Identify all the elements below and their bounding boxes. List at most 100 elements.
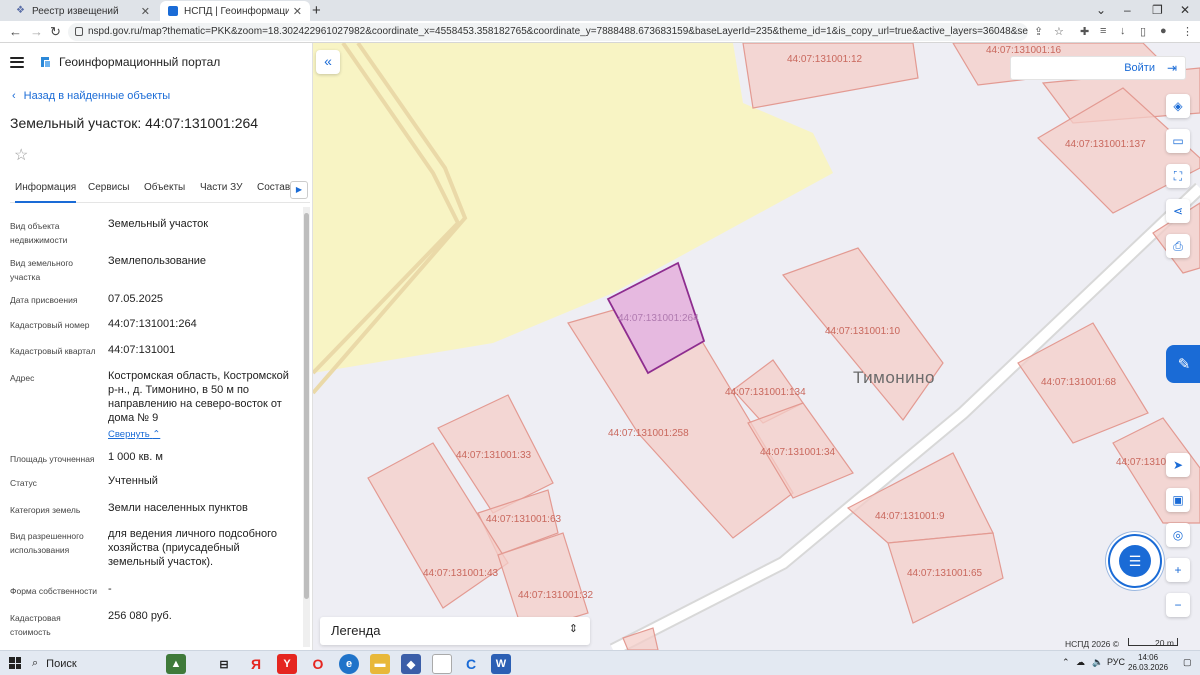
prop-label: Кадастровая стоимость: [10, 613, 61, 637]
share-icon[interactable]: ⋖: [1166, 199, 1190, 223]
favorite-star-icon[interactable]: ☆: [14, 145, 28, 165]
scrollbar-thumb[interactable]: [304, 213, 309, 599]
taskbar-search[interactable]: ⌕ Поиск: [32, 654, 160, 673]
parcel-label[interactable]: 44:07:131001:33: [456, 450, 531, 461]
parcel-label[interactable]: 44:07:131001:32: [518, 590, 593, 601]
task-view-icon[interactable]: ⊟: [214, 654, 234, 674]
geolocation-search-icon[interactable]: ◎: [1166, 523, 1190, 547]
download-icon[interactable]: ↓: [1120, 25, 1126, 37]
taskbar-clock[interactable]: 14:06 26.03.2026: [1128, 653, 1168, 673]
close-icon[interactable]: ✕: [293, 5, 302, 18]
volume-icon[interactable]: 🔈: [1092, 657, 1103, 668]
browser-tab[interactable]: ❖ Реестр извещений ✕: [8, 1, 158, 21]
maximize-button[interactable]: ❐: [1152, 3, 1163, 17]
minimize-button[interactable]: –: [1124, 3, 1131, 17]
reload-icon[interactable]: ↻: [50, 24, 61, 40]
parcel-label[interactable]: 44:07:131001:68: [1041, 377, 1116, 388]
menu-dots-icon[interactable]: ⋮: [1182, 25, 1193, 38]
keyboard-language[interactable]: РУС: [1107, 657, 1125, 667]
app-icon[interactable]: ◆: [401, 654, 421, 674]
word-icon[interactable]: W: [491, 654, 511, 674]
chrome-icon[interactable]: C: [461, 654, 481, 674]
parcel-label[interactable]: 44:07:131001:65: [907, 568, 982, 579]
login-icon[interactable]: ⇥: [1167, 61, 1177, 75]
parcel-label[interactable]: 44:07:131001:63: [486, 514, 561, 525]
sidebar-icon[interactable]: ▯: [1140, 25, 1146, 38]
close-icon[interactable]: ✕: [141, 5, 150, 18]
parcel-label[interactable]: 44:07:131001:43: [423, 568, 498, 579]
cadastral-map[interactable]: [313, 43, 1200, 650]
collapse-address-link[interactable]: Свернуть ⌃: [108, 429, 160, 440]
select-area-icon[interactable]: ⛶: [1166, 164, 1190, 188]
url-field[interactable]: nspd.gov.ru/map?thematic=PKK&zoom=18.302…: [68, 23, 1028, 41]
yandex-icon[interactable]: Я: [246, 654, 266, 674]
parcel-label[interactable]: 44:07:131001:9: [875, 511, 945, 522]
zoom-in-button[interactable]: +: [1166, 558, 1190, 582]
minimap-icon[interactable]: ▣: [1166, 488, 1190, 512]
ruler-icon[interactable]: ▭: [1166, 129, 1190, 153]
legend-label: Легенда: [331, 623, 381, 638]
clock-date: 26.03.2026: [1128, 663, 1169, 672]
layers-icon[interactable]: ◈: [1166, 94, 1190, 118]
parcel-label[interactable]: 44:07:131001:258: [608, 428, 689, 439]
prop-label: Кадастровый квартал: [10, 346, 96, 356]
hamburger-menu-icon[interactable]: [10, 56, 24, 68]
share-icon[interactable]: ⇪: [1034, 25, 1043, 38]
document-icon[interactable]: [432, 654, 452, 674]
tab-search-icon[interactable]: ⌄: [1096, 3, 1106, 17]
back-to-results-link[interactable]: ‹ Назад в найденные объекты: [12, 90, 170, 102]
locate-me-icon[interactable]: ➤: [1166, 453, 1190, 477]
tab-composition[interactable]: Состав: [257, 181, 290, 203]
reading-list-icon[interactable]: ≡: [1100, 25, 1106, 37]
map-canvas[interactable]: 44:07:131001:12 44:07:131001:16 44:07:13…: [313, 43, 1200, 650]
info-tabs: Информация Сервисы Объекты Части ЗУ Сост…: [10, 181, 310, 203]
notifications-icon[interactable]: ▢: [1183, 657, 1192, 668]
parcel-label[interactable]: 44:07:131001:16: [986, 45, 1061, 56]
collapse-panel-button[interactable]: «: [316, 50, 340, 74]
zoom-out-button[interactable]: −: [1166, 593, 1190, 617]
tab-services[interactable]: Сервисы: [88, 181, 129, 203]
login-button[interactable]: Войти: [1124, 62, 1155, 74]
panel-scrollbar[interactable]: [303, 207, 310, 647]
forward-arrow-icon[interactable]: →: [30, 24, 43, 39]
prop-label: Вид объекта недвижимости: [10, 221, 68, 245]
map-copyright: НСПД 2026 ©: [1065, 639, 1120, 649]
lock-icon: [75, 27, 83, 36]
windows-start-icon[interactable]: [9, 657, 21, 669]
file-explorer-icon[interactable]: ▬: [370, 654, 390, 674]
yandex-browser-icon[interactable]: Y: [277, 654, 297, 674]
parcel-label[interactable]: 44:07:131001:134: [725, 387, 806, 398]
extensions-icon[interactable]: ✚: [1080, 25, 1089, 38]
portal-logo-icon: [41, 57, 50, 67]
back-arrow-icon[interactable]: ←: [9, 24, 22, 39]
prop-value: 44:07:131001: [108, 344, 176, 356]
edge-icon[interactable]: e: [339, 654, 359, 674]
parcel-label[interactable]: 44:07:131001:10: [825, 326, 900, 337]
tab-objects[interactable]: Объекты: [144, 181, 185, 203]
opera-icon[interactable]: O: [308, 654, 328, 674]
bookmark-star-icon[interactable]: ☆: [1054, 25, 1064, 38]
brand: Геоинформационный портал: [10, 55, 220, 69]
parcel-label[interactable]: 44:07:131001:137: [1065, 139, 1146, 150]
feedback-icon[interactable]: ✎: [1166, 345, 1200, 383]
search-icon: ⌕: [32, 657, 39, 669]
forest-widget-icon[interactable]: ▲: [166, 654, 186, 674]
legend-toggle[interactable]: Легенда ⇕: [320, 617, 590, 645]
prop-label: Адрес: [10, 373, 35, 383]
prop-label: Кадастровый номер: [10, 320, 90, 330]
browser-tab-active[interactable]: НСПД | Геоинформационный п ✕: [160, 1, 310, 21]
tab-information[interactable]: Информация: [15, 181, 77, 203]
tabs-scroll-right-icon[interactable]: ▶: [290, 181, 308, 199]
profile-avatar-icon[interactable]: ●: [1160, 25, 1167, 37]
tray-chevron-icon[interactable]: ⌃: [1062, 657, 1070, 668]
chat-button[interactable]: ☰: [1110, 536, 1160, 586]
print-icon[interactable]: ⎙: [1166, 234, 1190, 258]
new-tab-button[interactable]: +: [312, 2, 321, 19]
parcel-label[interactable]: 44:07:131001:12: [787, 54, 862, 65]
parcel-label[interactable]: 44:07:131001:34: [760, 447, 835, 458]
onedrive-icon[interactable]: ☁: [1076, 657, 1085, 668]
close-window-button[interactable]: ✕: [1180, 3, 1190, 17]
parcel-label-selected[interactable]: 44:07:131001:264: [618, 313, 699, 324]
clock-time: 14:06: [1138, 653, 1159, 662]
tab-parts[interactable]: Части ЗУ: [200, 181, 242, 203]
